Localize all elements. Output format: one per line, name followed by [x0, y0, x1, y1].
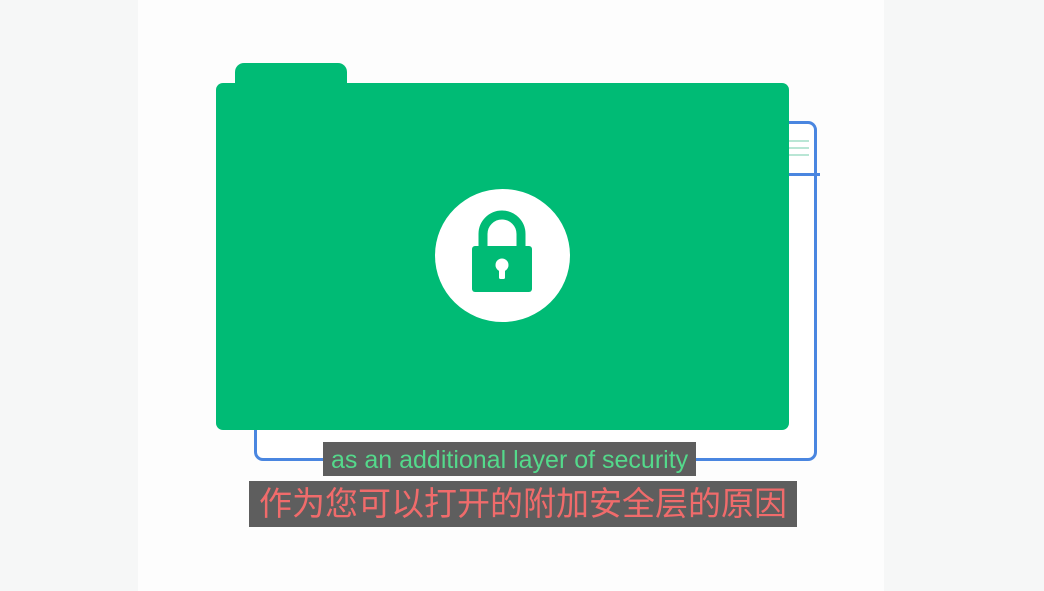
menu-lines-icon: [789, 140, 809, 161]
lock-icon: [472, 210, 532, 292]
subtitle-english: as an additional layer of security: [323, 442, 697, 476]
subtitle-chinese: 作为您可以打开的附加安全层的原因: [249, 481, 797, 527]
